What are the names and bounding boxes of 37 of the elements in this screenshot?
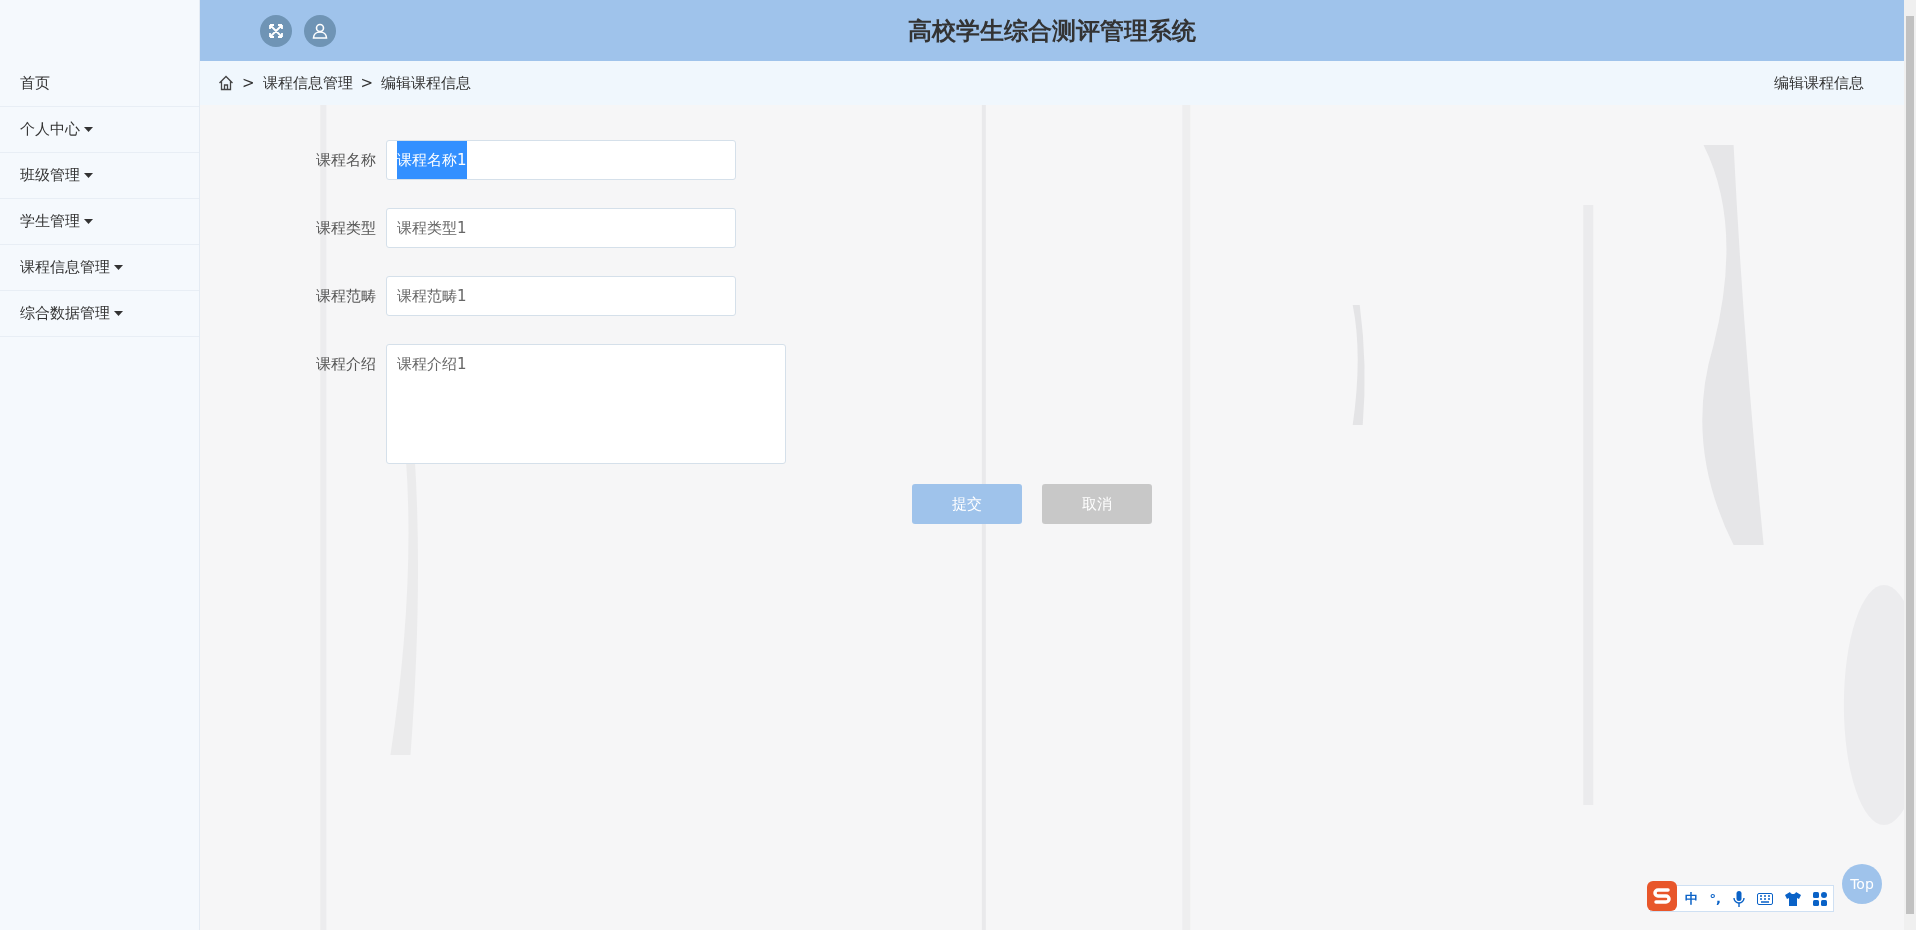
sidebar-item[interactable]: 学生管理 [0, 199, 199, 245]
field-value: 课程范畴1 [397, 286, 467, 307]
field-value: 课程名称1 [397, 141, 467, 179]
breadcrumb-separator: > [242, 74, 255, 92]
expand-icon [268, 22, 284, 39]
user-icon [312, 22, 328, 39]
breadcrumb-separator: > [360, 74, 374, 92]
field-label: 课程范畴 [315, 286, 376, 307]
user-button[interactable] [304, 14, 336, 47]
field-label: 课程介绍 [315, 354, 376, 375]
breadcrumb-item[interactable]: 课程信息管理 [262, 73, 353, 93]
input-field[interactable]: 课程名称1 [386, 140, 736, 180]
sidebar-item[interactable]: 班级管理 [0, 153, 199, 199]
sidebar-item[interactable]: 首页 [0, 61, 199, 107]
app-title: 高校学生综合测评管理系统 [908, 15, 1196, 47]
page-title: 编辑课程信息 [1774, 73, 1864, 93]
microphone-icon[interactable] [1733, 890, 1745, 907]
field-label: 课程名称 [315, 150, 376, 171]
input-field[interactable]: 课程范畴1 [386, 276, 736, 316]
breadcrumb-item[interactable]: 编辑课程信息 [381, 73, 472, 93]
keyboard-icon[interactable] [1757, 892, 1773, 905]
home-icon[interactable] [218, 75, 234, 91]
field-value: 课程类型1 [397, 218, 467, 239]
sidebar-item[interactable]: 个人中心 [0, 107, 199, 153]
sidebar-item[interactable]: 课程信息管理 [0, 245, 199, 291]
grid-icon[interactable] [1813, 891, 1827, 906]
scrollbar[interactable] [1904, 0, 1916, 930]
ime-punctuation[interactable]: °, [1709, 891, 1721, 906]
field-value: 课程介绍1 [397, 354, 467, 375]
fullscreen-button[interactable] [260, 14, 292, 47]
shirt-icon[interactable] [1785, 891, 1801, 906]
sidebar-item[interactable]: 综合数据管理 [0, 291, 199, 337]
textarea-field[interactable]: 课程介绍1 [386, 344, 786, 464]
input-field[interactable]: 课程类型1 [386, 208, 736, 248]
ime-logo-icon[interactable] [1646, 881, 1677, 911]
field-label: 课程类型 [315, 218, 376, 239]
ime-mode[interactable]: 中 [1684, 889, 1698, 908]
